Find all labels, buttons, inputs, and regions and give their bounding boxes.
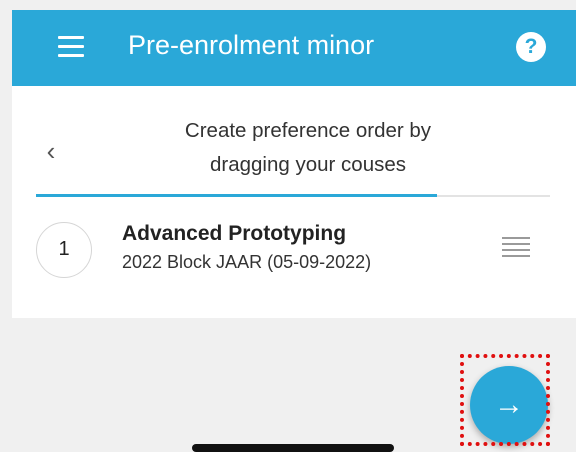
page-title: Pre-enrolment minor [128,30,375,60]
preference-card: ‹ Create preference order by dragging yo… [12,86,576,318]
next-button[interactable]: → [470,366,548,444]
progress-fill [36,194,437,197]
instruction-text: Create preference order by dragging your… [92,114,524,182]
drag-handle-icon[interactable] [502,237,530,257]
instruction-line-1: Create preference order by [184,119,432,142]
menu-icon[interactable] [58,36,84,58]
course-list-item[interactable]: 1 Advanced Prototyping 2022 Block JAAR (… [12,204,576,314]
app-bar: Pre-enrolment minor ? [12,10,576,86]
course-title: Advanced Prototyping [122,222,347,245]
help-icon[interactable]: ? [516,32,546,62]
instruction-line-2: dragging your couses [209,153,406,176]
home-indicator [192,444,394,452]
course-subtitle: 2022 Block JAAR (05-09-2022) [122,252,372,272]
chevron-left-icon[interactable]: ‹ [38,138,64,164]
progress-bar [36,194,550,197]
rank-badge: 1 [36,222,92,278]
